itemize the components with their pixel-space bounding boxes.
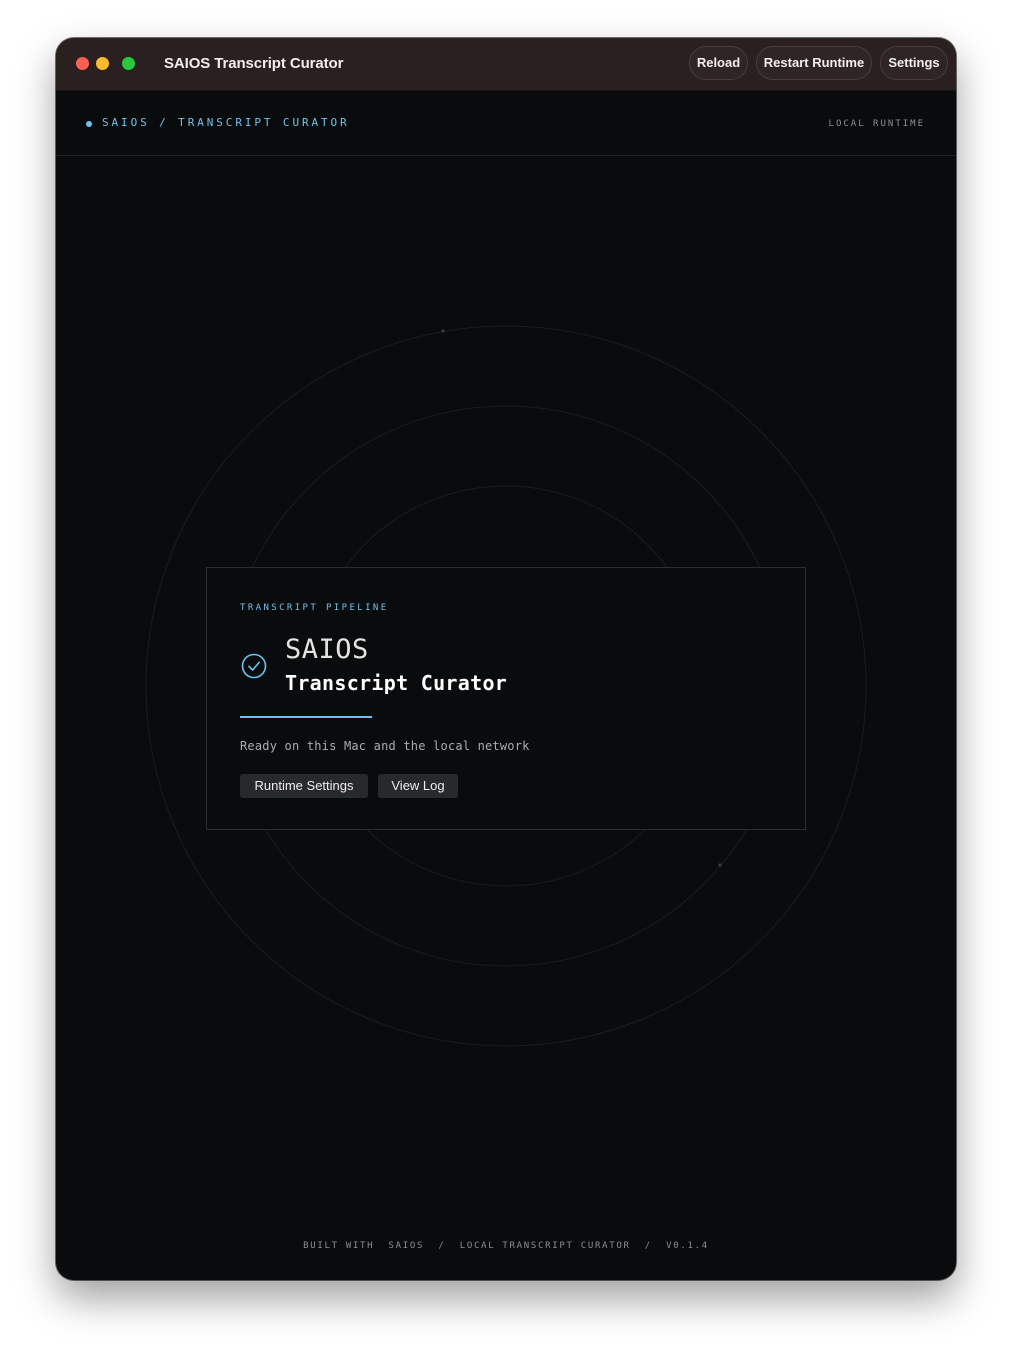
card-title-primary: SAIOS <box>285 634 369 665</box>
ring-node-dot <box>441 329 445 333</box>
accent-divider <box>240 716 372 718</box>
app-window: SAIOS Transcript Curator Reload Restart … <box>56 38 956 1280</box>
runtime-settings-button[interactable]: Runtime Settings <box>240 774 368 798</box>
view-log-button[interactable]: View Log <box>378 774 458 798</box>
status-text: Ready on this Mac and the local network <box>240 739 530 753</box>
ring-node-dot <box>718 863 722 867</box>
check-circle-icon <box>241 653 267 679</box>
card-title-secondary: Transcript Curator <box>285 671 508 695</box>
card-eyebrow: TRANSCRIPT PIPELINE <box>240 603 389 613</box>
status-card: TRANSCRIPT PIPELINE SAIOS Transcript Cur… <box>206 567 806 830</box>
footer-text: BUILT WITH SAIOS / LOCAL TRANSCRIPT CURA… <box>303 1241 709 1251</box>
